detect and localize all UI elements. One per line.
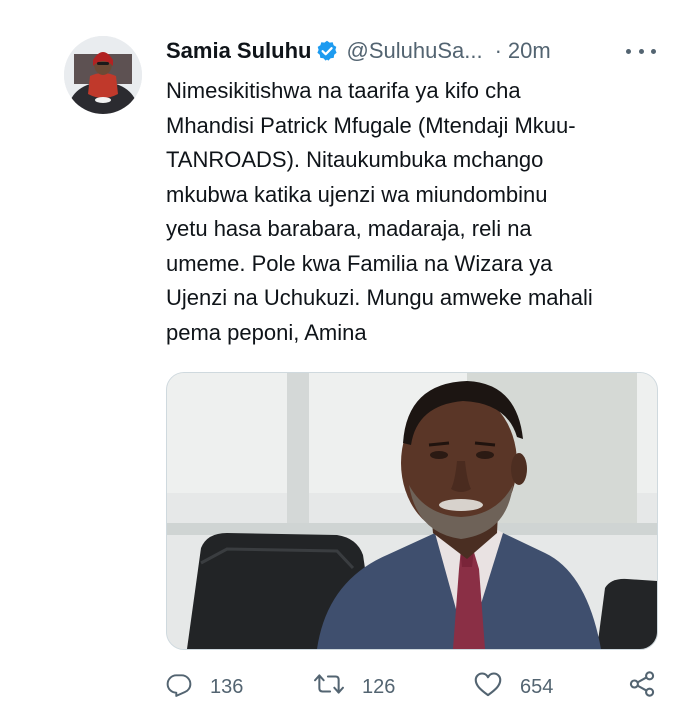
tweet-text-line: pema peponi, Amina [166, 319, 367, 345]
share-icon [628, 670, 656, 704]
retweet-icon [314, 671, 344, 703]
share-button[interactable] [628, 670, 656, 704]
tweet-text-line: TANROADS). Nitaukumbuka mchango [166, 147, 544, 172]
tweet[interactable]: Samia Suluhu @SuluhuSa... · 20m Nimesiki… [0, 0, 685, 716]
timestamp[interactable]: 20m [508, 38, 551, 64]
avatar-photo [64, 36, 142, 114]
reply-icon [166, 671, 192, 703]
heart-icon [474, 671, 502, 703]
verified-badge-icon [316, 40, 338, 62]
tweet-text-line: umeme. Pole kwa Familia na Wizara ya [166, 250, 553, 276]
like-count: 654 [520, 675, 554, 698]
retweet-count: 126 [362, 675, 396, 698]
retweet-button[interactable]: 126 [314, 672, 395, 702]
tweet-text-line: mkubwa katika ujenzi wa miundombinu [166, 181, 548, 207]
tweet-text-line: Nimesikitishwa na taarifa ya kifo cha [166, 78, 521, 103]
tweet-header: Samia Suluhu @SuluhuSa... · 20m [166, 36, 666, 66]
tweet-text-line: yetu hasa barabara, madaraja, reli na [166, 216, 532, 241]
like-button[interactable]: 654 [474, 672, 553, 702]
tweet-text-line: Ujenzi na Uchukuzi. Mungu amweke mahali [166, 285, 593, 310]
display-name[interactable]: Samia Suluhu [166, 38, 311, 64]
separator-dot: · [494, 38, 502, 63]
more-horizontal-icon[interactable] [626, 40, 656, 62]
tweet-text: Nimesikitishwa na taarifa ya kifo cha Mh… [166, 74, 666, 350]
photo-of-man-in-suit [167, 373, 657, 649]
tweet-actions: 136 126 654 [166, 670, 666, 704]
reply-button[interactable]: 136 [166, 672, 243, 702]
handle[interactable]: @SuluhuSa... [346, 38, 482, 64]
avatar[interactable] [64, 36, 142, 114]
tweet-text-line: Mhandisi Patrick Mfugale (Mtendaji Mkuu- [166, 112, 576, 138]
reply-count: 136 [210, 675, 244, 698]
tweet-media[interactable] [166, 372, 658, 650]
